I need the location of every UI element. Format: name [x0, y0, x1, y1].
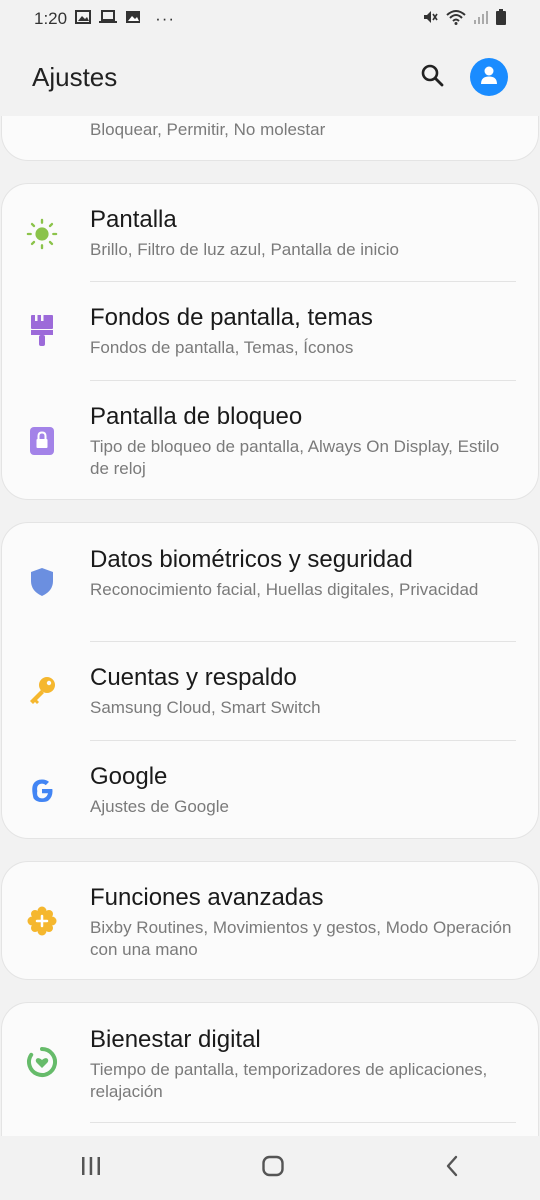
battery-icon	[496, 8, 506, 30]
settings-item-bloqueo[interactable]: Pantalla de bloqueo Tipo de bloqueo de p…	[2, 381, 538, 499]
settings-item-subtitle: Bloquear, Permitir, No molestar	[90, 120, 326, 139]
key-icon	[26, 675, 58, 707]
gallery-notification-icon	[75, 9, 92, 29]
settings-item-subtitle: Tipo de bloqueo de pantalla, Always On D…	[90, 437, 500, 478]
settings-item-title: Pantalla de bloqueo	[90, 403, 303, 430]
settings-item-funciones[interactable]: Funciones avanzadas Bixby Routines, Movi…	[2, 862, 538, 979]
sun-icon	[26, 218, 58, 250]
settings-item-title: Funciones avanzadas	[90, 884, 324, 911]
wifi-icon	[446, 9, 466, 30]
back-button[interactable]	[444, 1155, 460, 1182]
profile-icon	[478, 64, 500, 91]
signal-icon	[474, 9, 488, 29]
settings-item-biometricos[interactable]: Datos biométricos y seguridad Reconocimi…	[2, 523, 538, 642]
settings-item-title: Pantalla	[90, 206, 177, 233]
status-left: 1:20 ···	[34, 9, 175, 29]
settings-card-advanced: Funciones avanzadas Bixby Routines, Movi…	[2, 862, 538, 979]
settings-item-subtitle: Samsung Cloud, Smart Switch	[90, 698, 321, 717]
paintbrush-icon	[26, 314, 58, 346]
status-time: 1:20	[34, 9, 68, 28]
search-button[interactable]	[420, 63, 444, 92]
gallery-alt-notification-icon	[125, 9, 141, 29]
settings-item-title: Fondos de pantalla, temas	[90, 304, 373, 331]
status-bar: 1:20 ···	[0, 0, 540, 38]
settings-item-title: Cuentas y respaldo	[90, 664, 297, 691]
settings-item-subtitle: Tiempo de pantalla, temporizadores de ap…	[90, 1060, 488, 1101]
settings-card-security: Datos biométricos y seguridad Reconocimi…	[2, 523, 538, 838]
header-actions	[420, 58, 508, 96]
gear-plus-icon	[26, 905, 58, 937]
settings-item-cuentas[interactable]: Cuentas y respaldo Samsung Cloud, Smart …	[2, 642, 538, 741]
navigation-bar	[0, 1136, 540, 1200]
search-icon	[420, 63, 444, 92]
settings-list[interactable]: Bloquear, Permitir, No molestar Pantalla…	[0, 116, 540, 1136]
app-header: Ajustes	[0, 38, 540, 116]
mute-icon	[422, 9, 438, 30]
recent-apps-icon	[80, 1156, 102, 1181]
google-icon	[26, 775, 58, 807]
home-button[interactable]	[261, 1154, 285, 1183]
settings-item-google[interactable]: Google Ajustes de Google	[2, 741, 538, 838]
settings-card-partial: Bloquear, Permitir, No molestar	[2, 116, 538, 160]
settings-item-title: Datos biométricos y seguridad	[90, 546, 413, 573]
laptop-notification-icon	[99, 9, 118, 29]
settings-item-subtitle: Brillo, Filtro de luz azul, Pantalla de …	[90, 240, 399, 259]
lock-icon	[26, 425, 58, 457]
recent-apps-button[interactable]	[80, 1156, 102, 1181]
settings-item-title: Bienestar digital	[90, 1026, 261, 1053]
back-chevron-icon	[444, 1155, 460, 1182]
settings-card-display: Pantalla Brillo, Filtro de luz azul, Pan…	[2, 184, 538, 499]
home-icon	[261, 1154, 285, 1183]
status-right	[422, 8, 506, 30]
more-notifications-icon: ···	[155, 9, 176, 28]
settings-item-subtitle: Ajustes de Google	[90, 797, 229, 816]
divider	[90, 1122, 516, 1123]
page-title: Ajustes	[32, 61, 118, 92]
shield-icon	[26, 566, 58, 598]
settings-item-notifications[interactable]: Bloquear, Permitir, No molestar	[2, 116, 538, 160]
profile-button[interactable]	[470, 58, 508, 96]
settings-item-pantalla[interactable]: Pantalla Brillo, Filtro de luz azul, Pan…	[2, 184, 538, 282]
wellbeing-icon	[26, 1046, 58, 1078]
settings-item-subtitle: Reconocimiento facial, Huellas digitales…	[90, 580, 479, 599]
settings-item-bienestar[interactable]: Bienestar digital Tiempo de pantalla, te…	[2, 1003, 538, 1123]
settings-item-fondos[interactable]: Fondos de pantalla, temas Fondos de pant…	[2, 282, 538, 381]
settings-item-subtitle: Bixby Routines, Movimientos y gestos, Mo…	[90, 918, 512, 959]
settings-card-wellbeing: Bienestar digital Tiempo de pantalla, te…	[2, 1003, 538, 1136]
settings-item-title: Google	[90, 763, 168, 790]
settings-item-subtitle: Fondos de pantalla, Temas, Íconos	[90, 338, 354, 357]
